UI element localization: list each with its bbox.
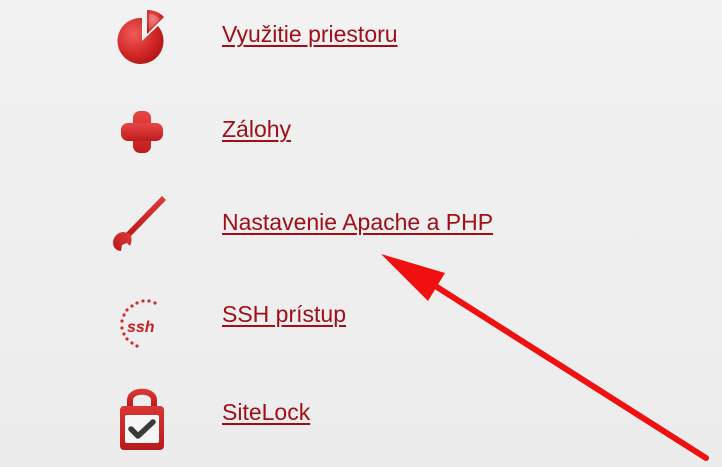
lock-check-icon[interactable]: [100, 382, 192, 452]
menu-item-apache-php[interactable]: Nastavenie Apache a PHP: [100, 188, 580, 258]
ssh-link[interactable]: SSH prístup: [222, 300, 346, 328]
disk-usage-link[interactable]: Využitie priestoru: [222, 20, 398, 48]
backups-link[interactable]: Zálohy: [222, 115, 291, 143]
tools-menu: Využitie priestoru Zálohy Nastavenie Apa…: [0, 0, 722, 467]
pie-chart-icon[interactable]: [100, 0, 192, 70]
apache-php-link[interactable]: Nastavenie Apache a PHP: [222, 208, 493, 236]
ssh-icon-text: ssh: [127, 319, 155, 336]
menu-item-disk-usage[interactable]: Využitie priestoru: [100, 0, 580, 70]
menu-item-backups[interactable]: Zálohy: [100, 97, 580, 167]
ssh-icon[interactable]: ssh: [100, 290, 192, 360]
menu-item-sitelock[interactable]: SiteLock: [100, 382, 580, 452]
wrench-icon[interactable]: [100, 188, 192, 258]
sitelock-link[interactable]: SiteLock: [222, 398, 310, 426]
plus-icon[interactable]: [100, 97, 192, 167]
menu-item-ssh[interactable]: ssh SSH prístup: [100, 290, 580, 360]
